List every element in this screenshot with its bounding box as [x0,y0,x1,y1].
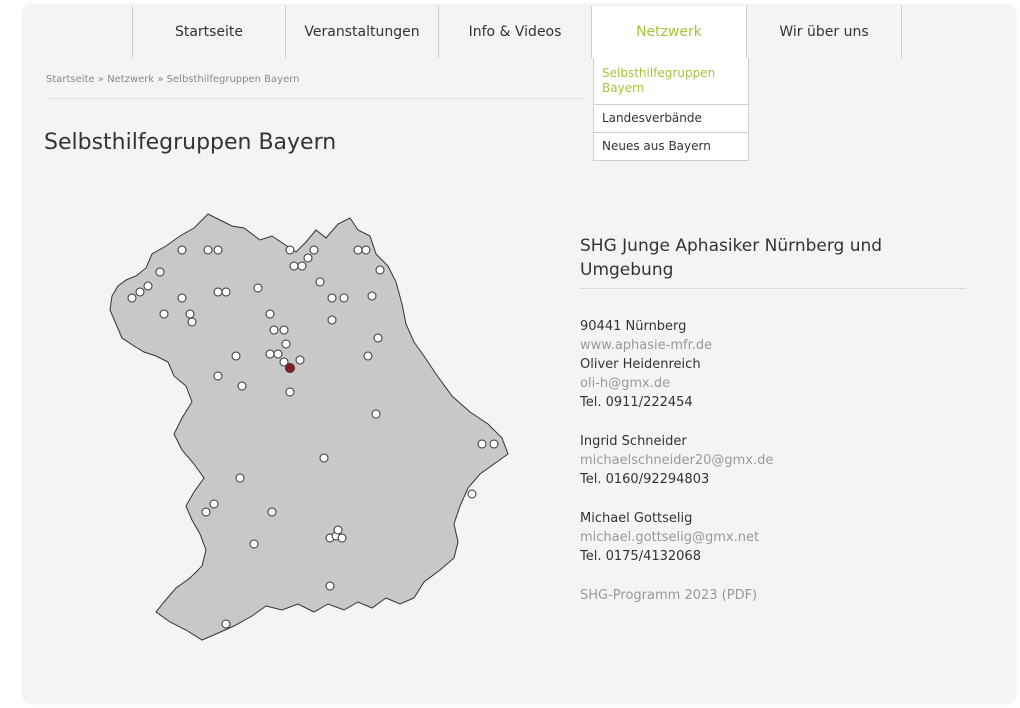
nav-netzwerk[interactable]: Netzwerk [591,6,746,58]
dropdown-item-neues-aus-bayern[interactable]: Neues aus Bayern [594,132,748,160]
main-nav: Startseite Veranstaltungen Info & Videos… [132,6,902,58]
contact-name: Ingrid Schneider [580,434,687,449]
city-marker[interactable] [285,245,295,255]
city-marker[interactable] [253,283,263,293]
group-website-link[interactable]: www.aphasie-mfr.de [580,336,966,355]
city-marker[interactable] [371,409,381,419]
city-marker[interactable] [249,539,259,549]
city-marker[interactable] [177,245,187,255]
city-marker[interactable] [325,581,335,591]
city-marker[interactable] [203,245,213,255]
contact-email-link[interactable]: michaelschneider20@gmx.de [580,451,966,470]
city-marker[interactable] [339,293,349,303]
city-marker[interactable] [353,245,363,255]
contact-phone: Tel. 0160/92294803 [580,472,710,487]
nav-wir-ueber-uns[interactable]: Wir über uns [746,6,902,58]
city-marker[interactable] [185,309,195,319]
breadcrumb-separator: » [94,74,108,85]
page-container: Startseite Veranstaltungen Info & Videos… [24,6,1014,702]
city-marker[interactable] [373,333,383,343]
city-marker[interactable] [327,315,337,325]
breadcrumb-separator: » [154,74,167,85]
city-marker[interactable] [333,525,343,535]
city-marker[interactable] [267,507,277,517]
city-marker[interactable] [489,439,499,449]
contact-email-link[interactable]: oli-h@gmx.de [580,374,966,393]
city-marker[interactable] [237,381,247,391]
city-marker[interactable] [297,261,307,271]
dropdown-item-landesverbaende[interactable]: Landesverbände [594,104,748,132]
city-marker[interactable] [303,253,313,263]
breadcrumb-netzwerk[interactable]: Netzwerk [107,74,154,85]
contact-name: Oliver Heidenreich [580,357,701,372]
city-marker[interactable] [127,293,137,303]
nav-startseite[interactable]: Startseite [132,6,285,58]
city-marker[interactable] [363,351,373,361]
city-marker[interactable] [135,287,145,297]
city-marker[interactable] [327,293,337,303]
city-marker[interactable] [309,245,319,255]
city-marker[interactable] [231,351,241,361]
city-marker[interactable] [213,371,223,381]
city-marker[interactable] [467,489,477,499]
city-marker[interactable] [375,265,385,275]
nav-veranstaltungen[interactable]: Veranstaltungen [285,6,438,58]
city-marker[interactable] [221,287,231,297]
city-marker[interactable] [361,245,371,255]
group-info: SHG Junge Aphasiker Nürnberg und Umgebun… [580,234,966,603]
page-title: Selbsthilfegruppen Bayern [44,130,337,155]
contact-phone: Tel. 0175/4132068 [580,549,701,564]
city-marker[interactable] [337,533,347,543]
bavaria-map [109,213,509,641]
city-marker[interactable] [285,387,295,397]
city-marker[interactable] [315,277,325,287]
city-marker[interactable] [265,349,275,359]
breadcrumb-startseite[interactable]: Startseite [46,74,95,85]
group-address: 90441 Nürnberg [580,319,687,334]
city-marker[interactable] [213,287,223,297]
city-marker[interactable] [187,317,197,327]
city-marker[interactable] [221,619,231,629]
netzwerk-dropdown: Selbsthilfegruppen Bayern Landesverbände… [593,58,749,161]
breadcrumb: Startseite » Netzwerk » Selbsthilfegrupp… [46,74,300,85]
divider [46,98,586,99]
city-marker[interactable] [279,325,289,335]
city-marker[interactable] [209,499,219,509]
city-marker[interactable] [295,355,305,365]
city-marker[interactable] [273,349,283,359]
city-marker[interactable] [477,439,487,449]
contact-phone: Tel. 0911/222454 [580,395,693,410]
city-marker[interactable] [159,309,169,319]
breadcrumb-current: Selbsthilfegruppen Bayern [166,74,300,85]
city-marker[interactable] [213,245,223,255]
city-marker[interactable] [367,291,377,301]
city-marker[interactable] [201,507,211,517]
bavaria-region-shape [109,213,509,641]
city-marker[interactable] [177,293,187,303]
nav-info-videos[interactable]: Info & Videos [438,6,591,58]
city-marker[interactable] [281,339,291,349]
city-marker[interactable] [143,281,153,291]
program-pdf-link[interactable]: SHG-Programm 2023 (PDF) [580,588,966,603]
city-marker[interactable] [235,473,245,483]
contact-email-link[interactable]: michael.gottselig@gmx.net [580,528,966,547]
group-title: SHG Junge Aphasiker Nürnberg und Umgebun… [580,234,966,289]
city-marker[interactable] [269,325,279,335]
city-marker[interactable] [155,267,165,277]
city-marker[interactable] [319,453,329,463]
city-marker[interactable] [265,309,275,319]
contact-name: Michael Gottselig [580,511,693,526]
dropdown-item-selbsthilfegruppen[interactable]: Selbsthilfegruppen Bayern [594,58,748,104]
city-marker[interactable] [289,261,299,271]
selected-city-marker[interactable] [285,363,295,373]
